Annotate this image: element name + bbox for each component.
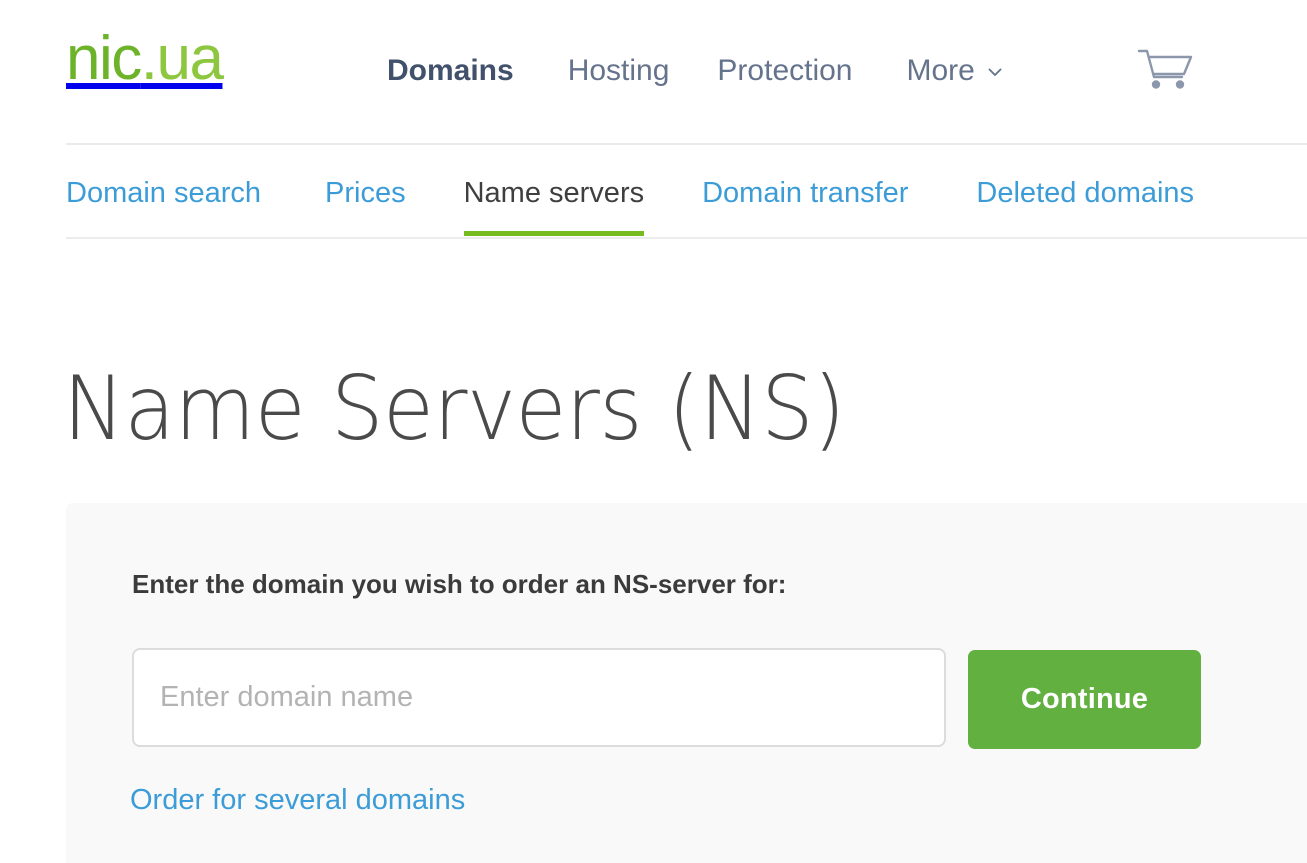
- tab-prices[interactable]: Prices: [325, 162, 406, 236]
- tab-deleted-domains[interactable]: Deleted domains: [976, 162, 1194, 236]
- page-root: nic.ua Domains Hosting Protection More: [0, 0, 1307, 863]
- logo-text-nic: nic: [66, 24, 141, 93]
- subnav-divider: [66, 237, 1307, 239]
- tab-name-servers[interactable]: Name servers: [464, 162, 645, 236]
- nav-item-more-label: More: [907, 54, 975, 87]
- main-navigation: Domains Hosting Protection More: [387, 48, 1003, 94]
- nav-item-protection[interactable]: Protection: [717, 48, 852, 94]
- nav-item-more[interactable]: More: [907, 48, 1003, 94]
- order-form-panel: Enter the domain you wish to order an NS…: [66, 503, 1307, 863]
- tab-name-servers-label: Name servers: [464, 177, 645, 209]
- domain-name-input[interactable]: [132, 648, 946, 747]
- site-header: nic.ua Domains Hosting Protection More: [0, 0, 1307, 144]
- chevron-down-icon: [987, 64, 1003, 80]
- header-divider: [66, 143, 1307, 145]
- continue-button[interactable]: Continue: [968, 650, 1201, 749]
- tab-domain-search[interactable]: Domain search: [66, 162, 261, 236]
- tab-domain-transfer[interactable]: Domain transfer: [702, 162, 908, 236]
- form-label: Enter the domain you wish to order an NS…: [132, 568, 786, 600]
- logo-text-ua: ua: [157, 24, 223, 93]
- cart-button[interactable]: [1137, 46, 1195, 96]
- site-logo[interactable]: nic.ua: [66, 28, 222, 90]
- page-title: Name Servers (NS): [63, 361, 845, 456]
- nav-item-hosting[interactable]: Hosting: [568, 48, 670, 94]
- section-tabs: Domain search Prices Name servers Domain…: [66, 162, 1194, 238]
- order-several-domains-link[interactable]: Order for several domains: [130, 781, 465, 819]
- nav-item-domains[interactable]: Domains: [387, 48, 514, 94]
- logo-text-dot: .: [141, 24, 157, 93]
- shopping-cart-icon: [1137, 46, 1195, 96]
- active-tab-underline: [464, 231, 645, 236]
